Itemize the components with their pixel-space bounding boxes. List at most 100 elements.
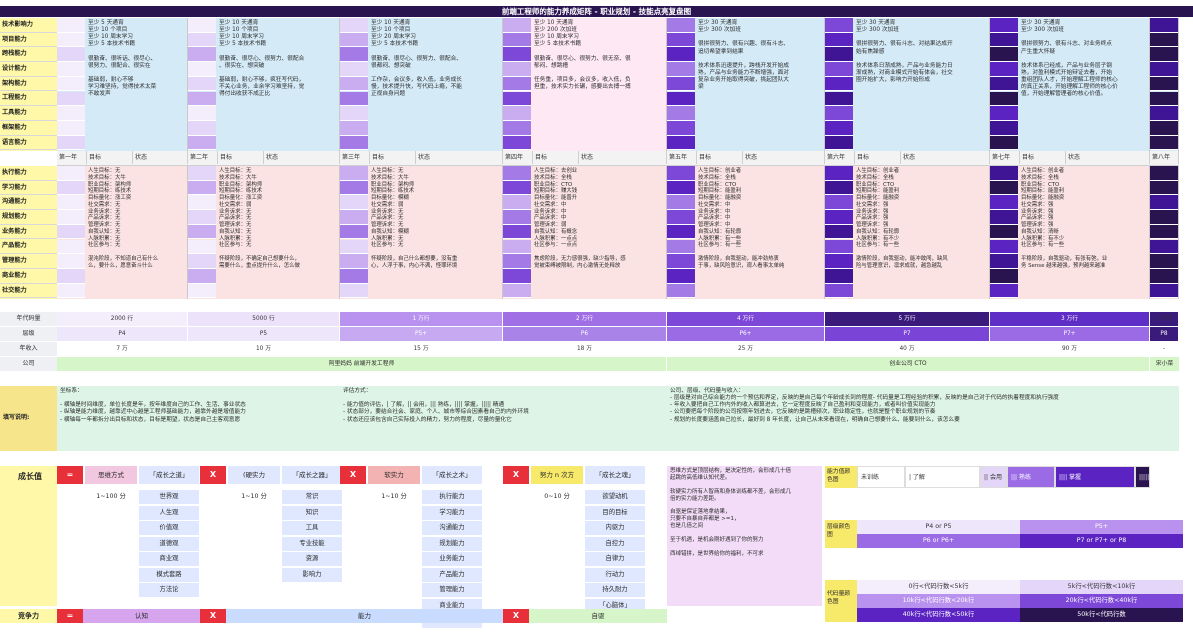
- ability-level-bar: [667, 224, 695, 240]
- ability-level-bar: [990, 195, 1018, 211]
- tech-stage-text: 至少 5 天通宵 至少 10 个项目 至少 10 周末学习 至少 5 本技术书籍…: [85, 18, 187, 151]
- formula-item: 模式套路: [139, 567, 199, 582]
- ability-level-bar: [667, 195, 695, 211]
- ability-level-bar: [667, 239, 695, 255]
- formula-range: 1~10 分: [381, 493, 407, 500]
- ability-level-bar: [503, 62, 531, 77]
- ability-level-bar: [503, 283, 531, 299]
- ability-level-bar: [1150, 47, 1178, 63]
- ability-level-bar: [340, 224, 368, 240]
- formula-item: 价值观: [139, 521, 199, 535]
- status-header: 状态: [901, 151, 990, 164]
- person-stage-cell: 人生目标：去创业 技术目标：全栈 职业目标：CTO 短期目标：赚大钱 目标量化：…: [503, 166, 667, 299]
- ability-level-bar: [188, 32, 216, 48]
- ability-level-bar: [990, 268, 1018, 284]
- ability-level-bar: [503, 239, 531, 255]
- ability-level-bar: [57, 32, 85, 48]
- ability-level-bar: [990, 106, 1018, 121]
- person-stage-text: 人生目标：创业者 技术目标：全栈 职业目标：CTO 短期目标：能盈利 目标量化：…: [853, 166, 989, 299]
- year-label: 第三年: [340, 151, 370, 164]
- summary-value: 5000 行: [188, 312, 340, 326]
- formula-item: 专业技能: [282, 536, 342, 551]
- ability-level-bar: [340, 210, 368, 225]
- summary-value: 4 万行: [667, 312, 825, 326]
- ability-level-bar: [667, 166, 695, 181]
- fill-label: 填写说明:: [0, 386, 57, 451]
- ability-level-bar: [503, 76, 531, 92]
- year-label: 第六年: [825, 151, 855, 164]
- ability-level-bar: [990, 120, 1018, 136]
- company-label: 公司: [0, 357, 57, 371]
- summary-label: 年代码量: [0, 312, 57, 326]
- summary-value: 40 万: [825, 342, 990, 356]
- person-stage-cell: 人生目标：创业者 技术目标：全栈 职业目标：CTO 短期目标：能盈利 目标量化：…: [825, 166, 990, 299]
- multiply-operator: X: [200, 609, 226, 623]
- formula-item: 工具: [282, 521, 342, 535]
- ability-level-bar: [503, 166, 531, 181]
- ability-level-bar: [825, 76, 853, 92]
- year-header: 第三年 目标 状态: [340, 151, 503, 166]
- legend-ability-item: ||| 熟练: [1007, 466, 1055, 488]
- summary-value: 25 万: [667, 342, 825, 356]
- company-value: 阿里妈妈 前端开发工程师: [57, 357, 667, 371]
- formula-item: 知识: [282, 505, 342, 520]
- ability-level-bar: [990, 210, 1018, 225]
- growth-label: 成长值: [0, 466, 57, 606]
- summary-value: 1 万行: [1150, 312, 1179, 326]
- year-header: 第六年 目标 状态: [825, 151, 990, 166]
- formula-range: 0~10 分: [544, 493, 570, 500]
- skill-label: 框架能力: [0, 121, 57, 136]
- formula-item: 行动力: [585, 567, 645, 582]
- formula-head: 软实力: [368, 466, 420, 484]
- ability-level-bar: [1150, 62, 1178, 77]
- summary-label: 年收入: [0, 342, 57, 356]
- ability-level-bar: [188, 76, 216, 92]
- ability-level-bar: [667, 180, 695, 196]
- ability-level-bar: [990, 91, 1018, 107]
- tech-stage-cell: 至少 10 天通宵 至少 10 个项目 至少 20 周末学习 至少 5 本技术书…: [340, 18, 503, 151]
- legend-ability-item: 未训练: [857, 466, 905, 488]
- ability-level-bar: [990, 32, 1018, 48]
- ability-level-bar: [990, 166, 1018, 181]
- formula-item: 资源: [282, 552, 342, 566]
- ability-level-bar: [503, 32, 531, 48]
- year-header: 第八年: [1150, 151, 1179, 166]
- ability-level-bar: [990, 224, 1018, 240]
- ability-level-bar: [990, 254, 1018, 269]
- legend-level-item: P4 or P5: [857, 520, 1020, 534]
- person-stage-text: 人生目标：无 技术目标：大牛 职业目标：架构师 短期目标：练技术 目标量化：模糊…: [368, 166, 502, 299]
- ability-level-bar: [188, 62, 216, 77]
- ability-level-bar: [825, 120, 853, 136]
- tech-stage-cell: 至少 30 天通宵 至少 300 次加班 很拼很努力、很有斗志、对业务终点 产生…: [990, 18, 1150, 151]
- legend-level-item: P7 or P7+ or P8: [1020, 534, 1183, 548]
- formula-item: 常识: [282, 490, 342, 504]
- ability-level-bar: [340, 283, 368, 299]
- ability-level-bar: [825, 32, 853, 48]
- year-label: 第五年: [667, 151, 697, 164]
- ability-level-bar: [990, 180, 1018, 196]
- soft-skill-label: 业务能力: [0, 225, 57, 240]
- ability-level-bar: [188, 254, 216, 269]
- summary-value: P8: [1150, 327, 1179, 341]
- multiply-operator: X: [200, 466, 226, 484]
- ability-level-bar: [667, 18, 695, 33]
- ability-level-bar: [825, 166, 853, 181]
- ability-level-bar: [57, 76, 85, 92]
- tech-stage-cell: 至少 10 天通宵 至少 10 个项目 至少 10 周末学习 至少 5 本技术书…: [188, 18, 340, 151]
- tech-stage-text: 至少 30 天通宵 至少 300 次加班 很拼很努力、很有兴趣、很有斗志、 追切…: [695, 18, 824, 151]
- ability-level-bar: [57, 18, 85, 33]
- compete-label: 竞争力: [0, 609, 57, 623]
- ability-level-bar: [57, 135, 85, 151]
- year-header: 第七年 目标 状态: [990, 151, 1150, 166]
- legend-code-item: 40k行<代码行数<50k行: [857, 608, 1020, 622]
- person-stage-text: 人生目标：无 技术目标：大牛 职业目标：架构师 短期目标：练技术 目标量化：涨工…: [216, 166, 339, 299]
- soft-skill-label: 沟通能力: [0, 195, 57, 211]
- tech-stage-text: 至少 30 天通宵 至少 300 次加班 很拼很努力、很有斗志、对业务终点 产生…: [1018, 18, 1149, 151]
- tech-stage-text: 至少 10 天通宵 至少 200 次加班 至少 10 周末学习 至少 5 本技术…: [531, 18, 666, 151]
- goal-header: 目标: [218, 151, 264, 164]
- year-header: 第一年 目标 状态: [57, 151, 188, 166]
- person-stage-text: 人生目标：无 技术目标：大牛 职业目标：架构师 短期目标：练技术 目标量化：涨工…: [85, 166, 187, 299]
- formula-item: 业务能力: [422, 552, 482, 566]
- tech-stage-cell: 至少 5 天通宵 至少 10 个项目 至少 10 周末学习 至少 5 本技术书籍…: [57, 18, 188, 151]
- formula-range: 1~100 分: [96, 493, 126, 500]
